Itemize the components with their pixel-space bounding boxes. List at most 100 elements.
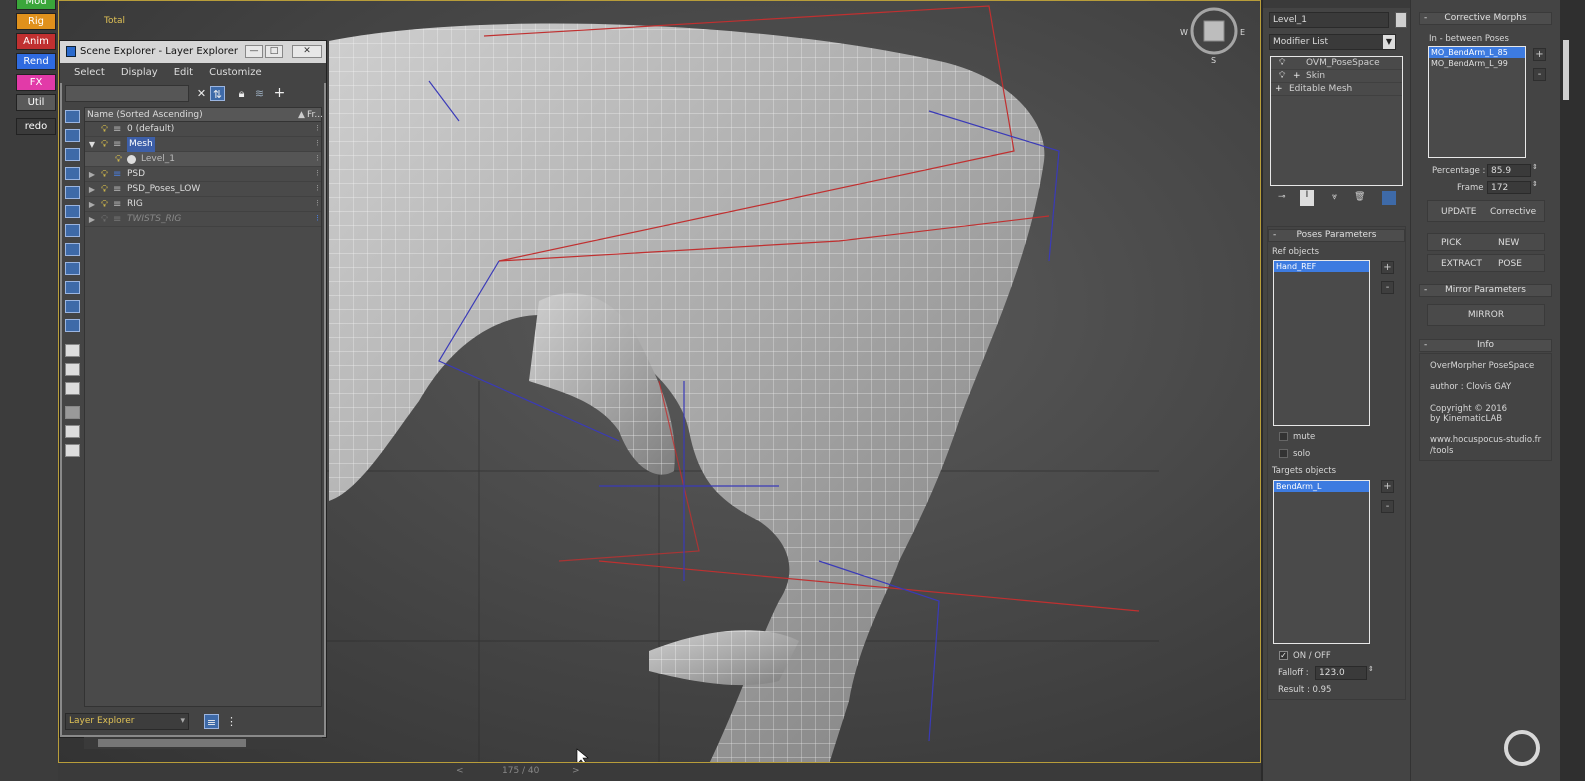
layer-row-rig[interactable]: ▶ 💡︎ ≡ RIG ⁝ — [85, 197, 321, 212]
scrollbar-thumb[interactable] — [1563, 40, 1569, 100]
targets-list[interactable]: BendArm_L — [1273, 480, 1370, 644]
morph-list[interactable]: MO_BendArm_L_85 MO_BendArm_L_99 — [1428, 46, 1526, 158]
display-frozen-icon[interactable] — [65, 319, 80, 332]
layer-row-default[interactable]: 💡︎ ≡ 0 (default) ⁝ — [85, 122, 321, 137]
configure-sets-icon[interactable] — [1382, 191, 1396, 205]
light-bulb-icon[interactable]: 💡︎ — [101, 197, 108, 212]
show-end-result-icon[interactable]: I — [1300, 190, 1314, 206]
explorer-type-select[interactable]: Layer Explorer ▾ — [65, 713, 189, 730]
remove-morph-button[interactable]: - — [1533, 68, 1546, 81]
horizontal-scrollbar[interactable] — [84, 737, 322, 749]
list-item[interactable]: MO_BendArm_L_85 — [1429, 47, 1525, 58]
display-all-icon[interactable] — [65, 110, 80, 123]
layer-mode-icon[interactable]: ≡ — [204, 714, 219, 729]
light-bulb-icon[interactable]: 💡︎ — [101, 137, 108, 152]
frame-spinner[interactable]: 172 — [1487, 181, 1531, 194]
add-layer-icon[interactable]: + — [272, 86, 287, 101]
add-morph-button[interactable]: + — [1533, 48, 1546, 61]
freeze-icon[interactable]: ⁝ — [316, 167, 319, 182]
stack-item-skin[interactable]: 💡︎ + Skin — [1271, 70, 1402, 83]
select-all-icon[interactable] — [65, 344, 80, 357]
layer-row-twists-rig[interactable]: ▶ 💡︎ ≡ TWISTS_RIG ⁝ — [85, 212, 321, 227]
modifier-list-dropdown[interactable]: Modifier List ▼ — [1269, 34, 1396, 50]
layers-icon[interactable]: ≋ — [252, 86, 267, 101]
mirror-button[interactable]: MIRROR — [1427, 304, 1545, 326]
add-ref-button[interactable]: + — [1381, 261, 1394, 274]
new-button[interactable]: NEW — [1498, 238, 1519, 248]
sort-icon[interactable] — [65, 444, 80, 457]
layer-row-psd[interactable]: ▶ 💡︎ ≡ PSD ⁝ — [85, 167, 321, 182]
remove-target-button[interactable]: - — [1381, 500, 1394, 513]
display-shapes-icon[interactable] — [65, 148, 80, 161]
add-target-button[interactable]: + — [1381, 480, 1394, 493]
filter-icon[interactable] — [65, 406, 80, 419]
minimize-button[interactable]: — — [245, 45, 263, 58]
freeze-icon[interactable]: ⁝ — [316, 152, 319, 167]
layer-row-mesh[interactable]: ▼ 💡︎ ≡ Mesh ⁝ — [85, 137, 321, 152]
light-bulb-off-icon[interactable]: 💡︎ — [101, 212, 108, 227]
light-bulb-icon[interactable]: 💡︎ — [101, 182, 108, 197]
remove-ref-button[interactable]: - — [1381, 281, 1394, 294]
time-next-button[interactable]: > — [572, 766, 580, 776]
expand-arrow-icon[interactable]: ▶ — [88, 197, 96, 212]
clear-search-icon[interactable]: ✕ — [194, 86, 209, 101]
expand-arrow-icon[interactable]: ▶ — [88, 182, 96, 197]
ref-objects-list[interactable]: Hand_REF — [1273, 260, 1370, 426]
spinner-arrows-icon[interactable]: ⇕ — [1532, 163, 1538, 171]
maximize-button[interactable]: □ — [265, 45, 283, 58]
display-groups-icon[interactable] — [65, 243, 80, 256]
display-spacewarps-icon[interactable] — [65, 224, 80, 237]
list-item[interactable]: BendArm_L — [1274, 481, 1369, 492]
spinner-arrows-icon[interactable]: ⇕ — [1532, 180, 1538, 188]
display-xrefs-icon[interactable] — [65, 262, 80, 275]
expand-plus-icon[interactable]: + — [1275, 83, 1283, 96]
corrective-button[interactable]: Corrective — [1490, 207, 1536, 217]
search-input[interactable] — [65, 85, 189, 102]
list-item[interactable]: MO_BendArm_L_99 — [1429, 58, 1525, 69]
extract-button[interactable]: EXTRACT — [1441, 259, 1482, 269]
expand-arrow-icon[interactable]: ▶ — [88, 167, 96, 182]
rend-button[interactable]: Rend — [16, 53, 56, 70]
rig-button[interactable]: Rig — [16, 13, 56, 30]
column-freeze-header[interactable]: Fr... — [307, 108, 323, 122]
menu-display[interactable]: Display — [121, 63, 158, 83]
on-off-checkbox[interactable]: ✓ — [1279, 651, 1288, 660]
freeze-icon[interactable]: ⁝ — [316, 182, 319, 197]
display-bones-icon[interactable] — [65, 281, 80, 294]
mirror-parameters-header[interactable]: - Mirror Parameters — [1419, 284, 1552, 297]
falloff-spinner[interactable]: 123.0 — [1315, 666, 1367, 680]
freeze-icon[interactable]: ⁝ — [316, 197, 319, 212]
poses-parameters-header[interactable]: - Poses Parameters — [1268, 229, 1405, 242]
anim-button[interactable]: Anim — [16, 33, 56, 50]
hierarchy-mode-icon[interactable]: ⋮ — [224, 714, 239, 729]
display-geometry-icon[interactable] — [65, 129, 80, 142]
object-name-field[interactable]: Level_1 — [1269, 12, 1389, 28]
display-cameras-icon[interactable] — [65, 186, 80, 199]
select-invert-icon[interactable] — [65, 382, 80, 395]
spinner-arrows-icon[interactable]: ⇕ — [1368, 665, 1374, 673]
list-item[interactable]: Hand_REF — [1274, 261, 1369, 272]
collapse-arrow-icon[interactable]: ▼ — [88, 137, 96, 152]
redo-button[interactable]: redo — [16, 118, 56, 135]
solo-checkbox[interactable] — [1279, 449, 1288, 458]
object-row-level1[interactable]: 💡︎ Level_1 ⁝ — [85, 152, 321, 167]
stack-item-ovm[interactable]: 💡︎ OVM_PoseSpace — [1271, 57, 1402, 70]
time-slider[interactable]: < 175 / 40 > — [58, 763, 1261, 781]
expand-arrow-icon[interactable]: ▶ — [88, 212, 96, 227]
scene-explorer-titlebar[interactable]: Scene Explorer - Layer Explorer — □ ✕ — [60, 41, 326, 63]
expand-plus-icon[interactable]: + — [1293, 70, 1301, 83]
pick-button[interactable]: PICK — [1441, 238, 1461, 248]
light-bulb-icon[interactable]: 💡︎ — [1279, 57, 1285, 70]
corrective-morphs-header[interactable]: - Corrective Morphs — [1419, 12, 1552, 25]
filter-toggle-icon[interactable]: ⇅ — [210, 86, 225, 101]
time-prev-button[interactable]: < — [456, 766, 464, 776]
light-bulb-icon[interactable]: 💡︎ — [1279, 70, 1285, 83]
select-none-icon[interactable] — [65, 363, 80, 376]
menu-edit[interactable]: Edit — [174, 63, 193, 83]
freeze-icon[interactable]: ⁝ — [316, 212, 319, 227]
column-name-header[interactable]: Name (Sorted Ascending) — [87, 110, 203, 120]
close-button[interactable]: ✕ — [292, 45, 322, 58]
remove-modifier-icon[interactable]: 🗑︎ — [1354, 192, 1365, 202]
right-scrollbar[interactable] — [1560, 0, 1585, 781]
display-lights-icon[interactable] — [65, 167, 80, 180]
